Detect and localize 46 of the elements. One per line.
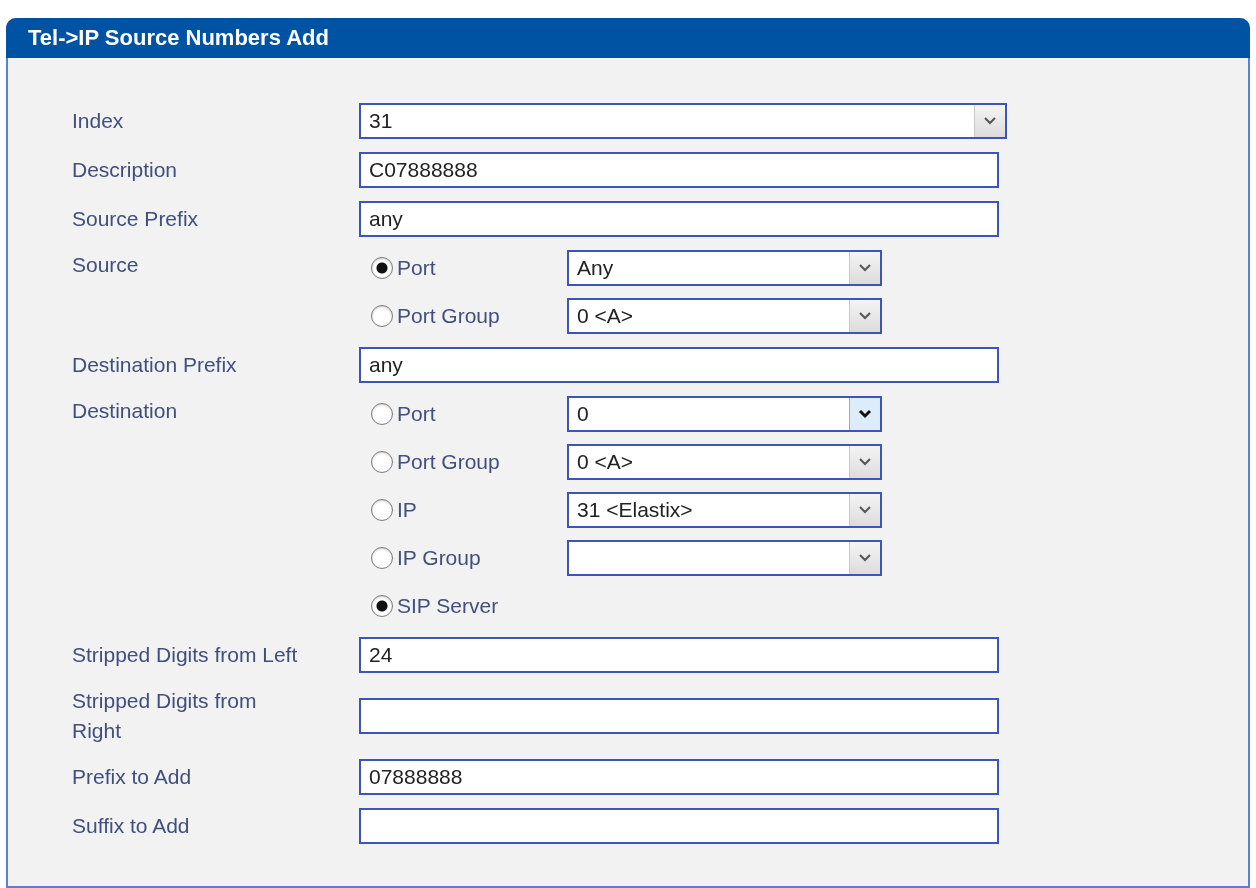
field-label: Source xyxy=(72,252,140,278)
field-label: Destination xyxy=(72,398,179,424)
field-label: Source Prefix xyxy=(72,206,200,232)
radio-label: Port xyxy=(397,256,436,280)
input-field[interactable]: any xyxy=(359,347,999,383)
radio-label: IP xyxy=(397,498,417,522)
input-field[interactable] xyxy=(359,808,999,844)
chevron-down-icon xyxy=(858,505,872,515)
radio-button[interactable] xyxy=(371,257,393,279)
dropdown[interactable]: 0 xyxy=(567,396,882,432)
dropdown[interactable]: Any xyxy=(567,250,882,286)
dropdown[interactable] xyxy=(567,540,882,576)
radio-button[interactable] xyxy=(371,451,393,473)
chevron-down-icon xyxy=(858,263,872,273)
input-field[interactable]: 24 xyxy=(359,637,999,673)
dropdown[interactable]: 31 <Elastix> xyxy=(567,492,882,528)
input-field[interactable]: any xyxy=(359,201,999,237)
input-field[interactable]: C07888888 xyxy=(359,152,999,188)
radio-label: IP Group xyxy=(397,546,481,570)
dropdown[interactable]: 0 <A> xyxy=(567,298,882,334)
chevron-down-icon xyxy=(858,457,872,467)
radio-button[interactable] xyxy=(371,595,393,617)
field-label: Description xyxy=(72,157,179,183)
radio-button[interactable] xyxy=(371,547,393,569)
radio-button[interactable] xyxy=(371,499,393,521)
panel-title: Tel->IP Source Numbers Add xyxy=(6,18,1250,58)
field-label: Stripped Digits from Right xyxy=(72,688,258,744)
radio-label: Port Group xyxy=(397,304,500,328)
radio-label: Port Group xyxy=(397,450,500,474)
field-label: Destination Prefix xyxy=(72,352,238,378)
input-field[interactable] xyxy=(359,698,999,734)
chevron-down-icon xyxy=(983,116,997,126)
field-label: Index xyxy=(72,108,125,134)
dropdown[interactable]: 0 <A> xyxy=(567,444,882,480)
input-field[interactable]: 07888888 xyxy=(359,759,999,795)
dropdown[interactable]: 31 xyxy=(359,103,1007,139)
field-label: Suffix to Add xyxy=(72,813,191,839)
chevron-down-icon xyxy=(858,311,872,321)
radio-label: Port xyxy=(397,402,436,426)
chevron-down-icon xyxy=(858,553,872,563)
field-label: Stripped Digits from Left xyxy=(72,642,299,668)
chevron-down-icon xyxy=(858,409,872,419)
radio-button[interactable] xyxy=(371,403,393,425)
radio-button[interactable] xyxy=(371,305,393,327)
radio-label: SIP Server xyxy=(397,594,499,618)
field-label: Prefix to Add xyxy=(72,764,193,790)
